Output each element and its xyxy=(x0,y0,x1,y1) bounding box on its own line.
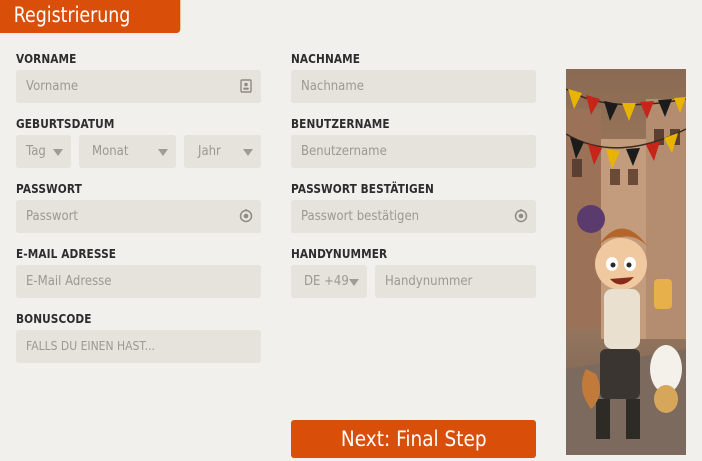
birthdate-label: GEBURTSDATUM xyxy=(16,117,115,131)
registration-title: Registrierung xyxy=(0,0,181,33)
contact-card-icon xyxy=(240,79,252,93)
promo-banner-image xyxy=(566,69,686,455)
first-name-placeholder: Vorname xyxy=(26,79,79,94)
password-label: PASSWORT xyxy=(16,182,82,196)
phone-field[interactable]: Handynummer xyxy=(375,265,536,298)
email-label: E-MAIL ADRESSE xyxy=(16,247,117,261)
email-field[interactable]: E-Mail Adresse xyxy=(16,265,261,298)
chevron-down-icon xyxy=(349,279,359,286)
eye-toggle-icon[interactable] xyxy=(514,209,528,223)
birth-day-value: Tag xyxy=(26,144,46,159)
birth-year-select[interactable]: Jahr xyxy=(184,135,261,168)
password-placeholder: Passwort xyxy=(26,209,79,224)
bonus-code-placeholder: FALLS DU EINEN HAST... xyxy=(26,339,155,353)
eye-toggle-icon[interactable] xyxy=(239,209,253,223)
country-code-select[interactable]: DE +49 xyxy=(291,265,367,298)
first-name-label: VORNAME xyxy=(16,52,77,66)
chevron-down-icon xyxy=(158,149,168,156)
username-label: BENUTZERNAME xyxy=(291,117,390,131)
first-name-field[interactable]: Vorname xyxy=(16,70,261,103)
chevron-down-icon xyxy=(53,149,63,156)
username-placeholder: Benutzername xyxy=(301,144,387,159)
last-name-field[interactable]: Nachname xyxy=(291,70,536,103)
next-step-button[interactable]: Next: Final Step xyxy=(291,420,536,458)
phone-placeholder: Handynummer xyxy=(385,274,473,289)
email-placeholder: E-Mail Adresse xyxy=(26,274,112,289)
phone-label: HANDYNUMMER xyxy=(291,247,388,261)
birth-month-select[interactable]: Monat xyxy=(79,135,176,168)
country-code-value: DE +49 xyxy=(304,274,349,289)
username-field[interactable]: Benutzername xyxy=(291,135,536,168)
password-field[interactable]: Passwort xyxy=(16,200,261,233)
birth-day-select[interactable]: Tag xyxy=(16,135,71,168)
birth-month-value: Monat xyxy=(92,144,129,159)
next-step-label: Next: Final Step xyxy=(340,427,487,451)
last-name-placeholder: Nachname xyxy=(301,79,364,94)
last-name-label: NACHNAME xyxy=(291,52,361,66)
password-confirm-placeholder: Passwort bestätigen xyxy=(301,209,420,224)
password-confirm-label: PASSWORT BESTÄTIGEN xyxy=(291,182,434,196)
password-confirm-field[interactable]: Passwort bestätigen xyxy=(291,200,536,233)
chevron-down-icon xyxy=(243,149,253,156)
birth-year-value: Jahr xyxy=(198,144,221,159)
bonus-code-field[interactable]: FALLS DU EINEN HAST... xyxy=(16,330,261,363)
bonus-code-label: BONUSCODE xyxy=(16,312,92,326)
